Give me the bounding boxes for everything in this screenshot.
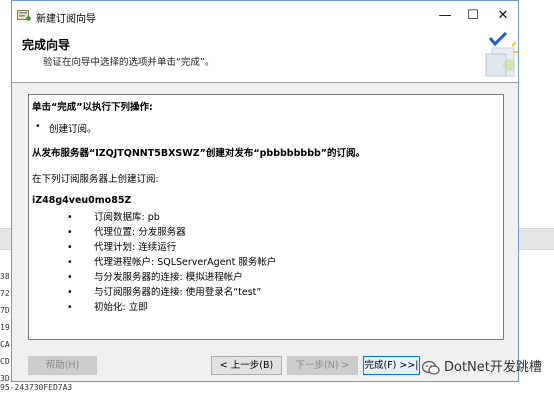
detail-item: • 代理位置: 分发服务器: [67, 227, 186, 238]
next-button[interactable]: 下一步(N) >: [287, 356, 358, 375]
help-button[interactable]: 帮助(H): [28, 356, 97, 375]
action-item: 创建订阅。: [49, 124, 97, 135]
finish-button[interactable]: 完成(F) >>|: [363, 356, 420, 375]
wizard-graphic-icon: [478, 31, 518, 80]
summary-textbox[interactable]: 单击“完成”以执行下列操作: • 创建订阅。 从发布服务器“IZQJTQNNT5…: [28, 94, 504, 340]
new-subscription-wizard-dialog: 新建订阅向导 — ☐ ✕ 完成向导 验证在向导中选择的选项并单击“完成”。 单击…: [11, 0, 519, 382]
window-title: 新建订阅向导: [36, 14, 96, 25]
subscriber-intro: 在下列订阅服务器上创建订阅:: [32, 174, 159, 185]
wizard-header: 完成向导 验证在向导中选择的选项并单击“完成”。: [12, 30, 518, 83]
close-button[interactable]: ✕: [486, 1, 520, 30]
background-guid-bottom: 95-243730FED7A3: [0, 383, 73, 392]
detail-item: • 订阅数据库: pb: [67, 212, 160, 223]
action-bullet: •: [35, 121, 41, 132]
detail-item: • 代理进程帐户: SQLServerAgent 服务帐户: [67, 257, 277, 268]
subscriber-name: iZ48g4veu0mo85Z: [32, 195, 132, 206]
wizard-app-icon: [17, 9, 31, 21]
page-title: 完成向导: [22, 38, 71, 52]
detail-item: • 与分发服务器的连接: 模拟进程帐户: [67, 272, 243, 283]
summary-intro: 单击“完成”以执行下列操作:: [32, 102, 153, 113]
publisher-line: 从发布服务器“IZQJTQNNT5BXSWZ”创建对发布“pbbbbbbbb”的…: [32, 148, 366, 159]
detail-item: • 初始化: 立即: [67, 302, 148, 313]
detail-item: • 代理计划: 连续运行: [67, 242, 177, 253]
wechat-icon: [421, 360, 440, 375]
watermark: DotNet开发跳槽: [421, 357, 542, 379]
maximize-button[interactable]: ☐: [456, 1, 490, 30]
watermark-text: DotNet开发跳槽: [444, 360, 542, 375]
back-button[interactable]: < 上一步(B): [211, 356, 282, 375]
detail-item: • 与订阅服务器的连接: 使用登录名“test”: [67, 287, 262, 298]
title-bar[interactable]: 新建订阅向导 — ☐ ✕: [12, 1, 518, 30]
page-subtitle: 验证在向导中选择的选项并单击“完成”。: [43, 57, 215, 68]
